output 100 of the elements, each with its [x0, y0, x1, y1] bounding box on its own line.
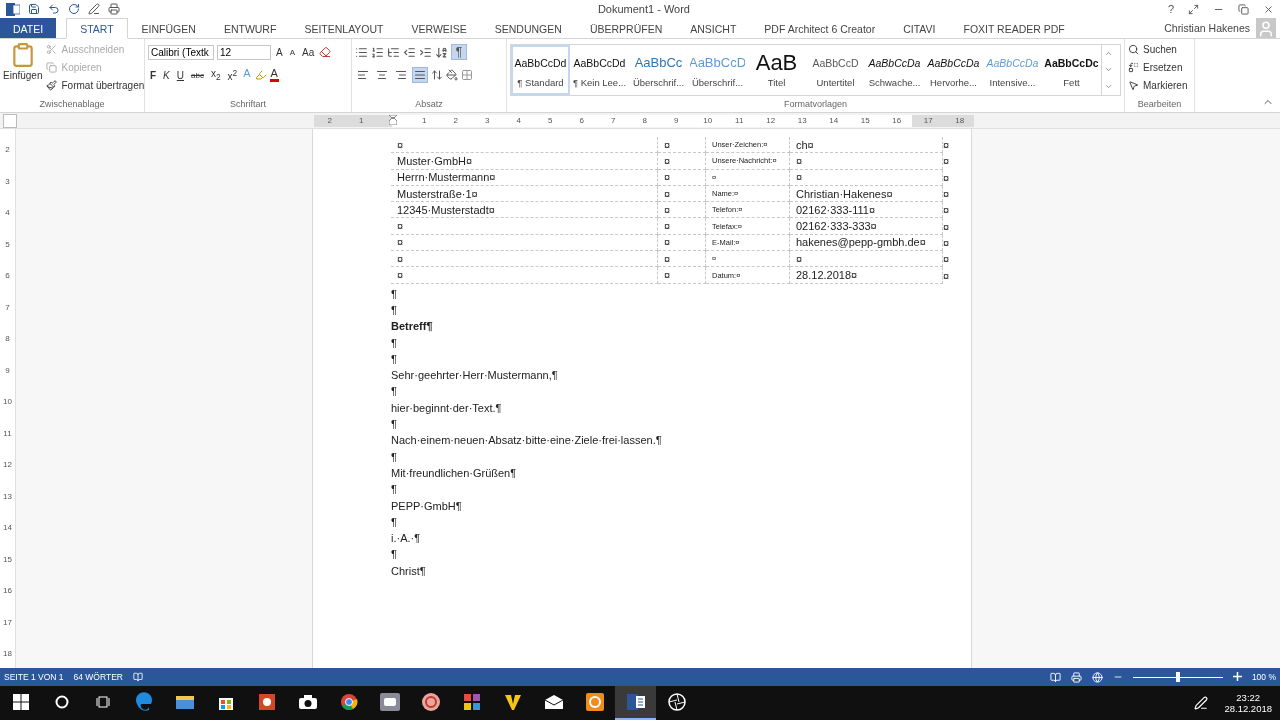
clipboard-button[interactable]: Format übertragen — [46, 78, 145, 93]
font-size-field[interactable]: 12 — [217, 44, 271, 60]
read-mode-icon[interactable] — [1049, 671, 1061, 683]
row-end-mark: ¤ — [943, 203, 949, 219]
table-cell: ¤ — [391, 218, 658, 235]
paragraph: ¶ — [391, 449, 397, 465]
grid-app-icon — [462, 693, 481, 711]
format-button[interactable]: abc — [189, 70, 206, 80]
decrease-indent-icon[interactable] — [403, 45, 416, 59]
save-icon[interactable] — [28, 3, 40, 15]
paragraph: Sehr·geehrter·Herr·Mustermann,¶ — [391, 368, 558, 384]
zoom-level[interactable]: 100 % — [1251, 672, 1276, 682]
presentation-app-icon — [257, 693, 276, 711]
editing-button[interactable]: Ersetzen — [1128, 60, 1191, 75]
table-cell: Muster·GmbH¤ — [391, 153, 658, 170]
zoom-in-icon[interactable] — [1232, 672, 1242, 681]
numbered-list-icon[interactable] — [371, 45, 384, 59]
format-button[interactable]: U — [174, 69, 186, 81]
align-button[interactable] — [412, 67, 428, 83]
style-tile[interactable]: AaB Titel — [747, 45, 806, 95]
style-tile[interactable]: AaBbCcDa Intensive... — [983, 45, 1042, 95]
paintbrush-icon — [46, 80, 58, 91]
font-color-button[interactable]: A — [269, 68, 279, 82]
proofing-icon[interactable] — [132, 672, 143, 682]
style-tile[interactable]: AaBbCcD Untertitel — [806, 45, 865, 95]
font-family-field[interactable]: Calibri (Textk — [148, 44, 214, 60]
sort-icon[interactable] — [435, 45, 448, 59]
paragraph: ¶ — [391, 302, 397, 318]
shading-icon[interactable] — [446, 69, 458, 81]
folder-icon — [174, 693, 195, 711]
word-logo-icon[interactable] — [6, 2, 20, 16]
indent-marker-icon[interactable] — [388, 114, 397, 125]
editing-button[interactable]: Markieren — [1128, 78, 1191, 93]
format-button[interactable]: F — [148, 69, 159, 81]
close-icon[interactable] — [1263, 3, 1274, 15]
circle-icon — [54, 695, 69, 709]
increase-indent-icon[interactable] — [419, 45, 432, 59]
camera-icon — [297, 694, 318, 710]
clock[interactable]: 23:22 28.12.2018 — [1216, 692, 1280, 714]
table-cell: ¤ — [658, 234, 706, 252]
web-layout-icon[interactable] — [1091, 671, 1103, 683]
group-label: Absatz — [415, 99, 443, 111]
paragraph: hier·beginnt·der·Text.¶ — [391, 400, 502, 416]
line-spacing-icon[interactable] — [431, 69, 443, 81]
word-count[interactable]: 64 WÖRTER — [73, 672, 123, 682]
table-cell: ¤ — [658, 202, 706, 219]
table-cell: hakenes@pepp-gmbh.de¤ — [790, 234, 943, 252]
pen-icon[interactable] — [1194, 696, 1209, 710]
highlighter-icon[interactable] — [254, 69, 267, 81]
ribbon-tab[interactable]: DATEI — [0, 18, 57, 38]
ribbon-display-icon[interactable] — [1188, 3, 1199, 15]
print-preview-icon[interactable] — [108, 3, 120, 15]
align-icon — [376, 69, 388, 81]
help-button[interactable]: ? — [1167, 3, 1174, 15]
paragraph: Christ¶ — [391, 563, 426, 579]
row-end-mark: ¤ — [943, 219, 949, 235]
style-tile[interactable]: AaBbCcDd ¶ Standard — [511, 45, 570, 95]
multilevel-list-icon[interactable] — [387, 45, 400, 59]
style-tile[interactable]: AaBbCcDc Fett — [1042, 45, 1101, 95]
row-end-mark: ¤ — [943, 235, 949, 251]
grow-font-button[interactable]: A — [274, 46, 285, 58]
style-tile[interactable]: AaBbCcDa Schwache... — [865, 45, 924, 95]
table-cell: ch¤ — [790, 137, 943, 154]
row-end-mark: ¤ — [943, 252, 949, 268]
ribbon-tab[interactable]: START — [66, 18, 128, 39]
eraser-icon[interactable] — [319, 46, 332, 58]
page-count[interactable]: SEITE 1 VON 1 — [4, 672, 64, 682]
undo-icon[interactable] — [48, 3, 60, 15]
style-tile[interactable]: AaBbCcDa Hervorhe... — [924, 45, 983, 95]
paragraph: PEPP·GmbH¶ — [391, 498, 462, 514]
copy-icon — [46, 62, 58, 73]
paragraph: ¶ — [391, 514, 397, 530]
format-button[interactable]: x$_{2}$ — [208, 68, 223, 82]
restore-icon[interactable] — [1238, 3, 1249, 15]
circle-app-icon — [420, 692, 441, 712]
table-cell: ¤ — [391, 137, 658, 154]
paste-button[interactable]: Einfügen — [3, 42, 43, 99]
taskbar-button[interactable] — [615, 686, 656, 720]
editing-button[interactable]: Suchen — [1128, 42, 1191, 57]
paragraph: ¶ — [391, 482, 397, 498]
format-button[interactable]: x$^{2}$ — [225, 67, 240, 83]
window-title: Dokument1 - Word — [597, 3, 690, 15]
print-layout-icon[interactable] — [1070, 671, 1082, 683]
user-name[interactable]: Christian Hakenes — [1164, 22, 1250, 34]
row-end-mark: ¤ — [943, 138, 949, 154]
table-cell: 28.12.2018¤ — [790, 267, 943, 284]
paragraph: ¶ — [391, 384, 397, 400]
word-app-icon — [625, 693, 646, 711]
show-marks-button[interactable]: ¶ — [451, 44, 467, 60]
paragraph: ¶ — [391, 417, 397, 433]
style-tile[interactable]: AaBbCc Überschrif... — [629, 45, 688, 95]
bullet-list-icon[interactable] — [355, 45, 368, 59]
shrink-font-button[interactable]: A — [287, 47, 297, 57]
format-button[interactable]: K — [161, 69, 172, 81]
group-label: Schriftart — [230, 99, 266, 111]
redo-icon[interactable] — [68, 3, 80, 15]
zoom-thumb[interactable] — [1175, 671, 1180, 682]
style-tile[interactable]: AaBbCcDd ¶ Kein Lee... — [570, 45, 629, 95]
paragraph: ¶ — [391, 547, 397, 563]
change-case-button[interactable]: Aa — [300, 46, 317, 58]
